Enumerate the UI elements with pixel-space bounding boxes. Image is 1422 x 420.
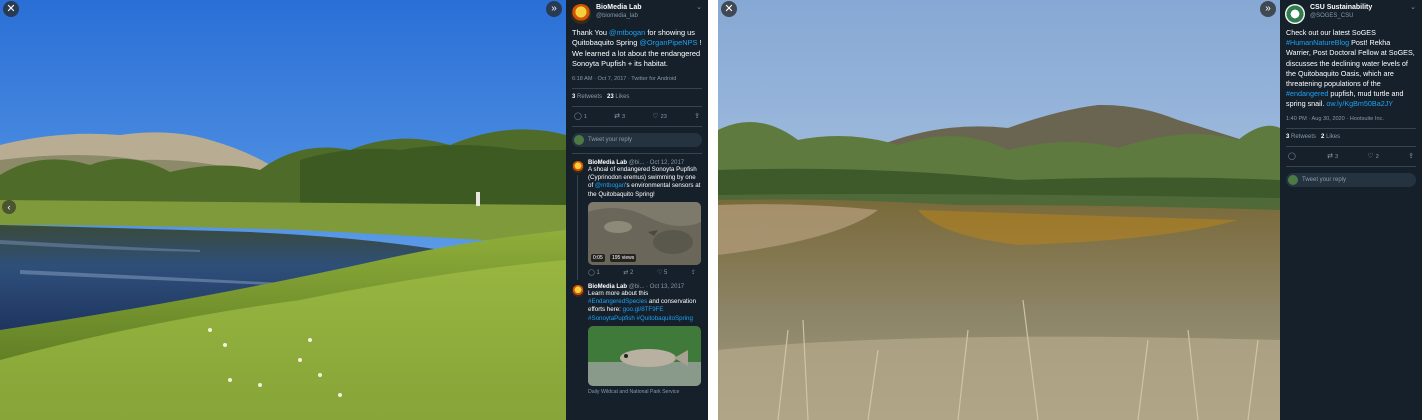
author-display-name[interactable]: CSU Sustainability <box>1310 3 1372 12</box>
video-thumbnail[interactable]: 0:05 195 views <box>588 201 701 265</box>
reply-placeholder: Tweet your reply <box>1302 176 1347 183</box>
share-icon: ⇪ <box>694 112 700 120</box>
retweet-icon: ⇄ <box>1327 152 1333 160</box>
thread-connector-line <box>577 174 578 280</box>
likes-label[interactable]: Likes <box>615 94 629 100</box>
like-button[interactable]: ♡ 2 <box>1367 152 1378 160</box>
heart-icon: ♡ <box>1367 152 1374 160</box>
retweets-count[interactable]: 3 <box>572 94 575 100</box>
video-duration: 0:05 <box>591 253 605 262</box>
left-tweet-sidebar: BioMedia Lab @biomedia_lab ⌄ Thank You @… <box>566 0 708 420</box>
likes-count[interactable]: 23 <box>607 94 614 100</box>
like-button[interactable]: ♡ 5 <box>657 269 667 276</box>
mention-link[interactable]: @OrganPipeNPS <box>639 38 697 47</box>
thread-avatar[interactable] <box>572 284 584 297</box>
divider <box>1286 165 1416 167</box>
tweet-actions: ◯ ⇄ 3 ♡ 2 ⇪ <box>1280 147 1422 160</box>
collapse-sidebar-button[interactable]: » <box>1260 1 1276 17</box>
share-button[interactable]: ⇪ <box>691 269 696 276</box>
tweet-timestamp[interactable]: 6:18 AM · Oct 7, 2017 · Twitter for Andr… <box>566 70 708 82</box>
share-button[interactable]: ⇪ <box>694 112 700 120</box>
left-photo-spring-pond[interactable] <box>0 0 566 420</box>
reply-input[interactable]: Tweet your reply <box>1286 172 1416 187</box>
hashtag-link[interactable]: #SonoytaPupfish #QuitobaquitoSpring <box>588 315 693 322</box>
author-avatar[interactable] <box>1285 4 1305 24</box>
thread-tweet[interactable]: BioMedia Lab @bi... · Oct 13, 2017 Learn… <box>566 276 708 395</box>
thread-tweet-text: Learn more about this #EndangeredSpecies… <box>588 290 702 323</box>
close-lightbox-button[interactable]: ✕ <box>3 1 19 17</box>
thread-tweet[interactable]: BioMedia Lab @bi... · Oct 12, 2017 A sho… <box>566 154 708 280</box>
collapse-sidebar-button[interactable]: » <box>546 1 562 17</box>
likes-count[interactable]: 2 <box>1321 134 1324 140</box>
reply-icon: ◯ <box>574 112 582 120</box>
likes-label[interactable]: Likes <box>1326 134 1340 140</box>
retweets-label[interactable]: Retweets <box>1291 134 1316 140</box>
mention-link[interactable]: @mtbogan <box>595 182 625 189</box>
link-card-image[interactable] <box>588 326 701 386</box>
tweet-text: Thank You @mtbogan for showing us Quitob… <box>566 24 708 70</box>
retweet-button[interactable]: ⇄ 2 <box>623 269 633 276</box>
right-tweet-sidebar: CSU Sustainability @SOGES_CSU ⌄ Check ou… <box>1280 0 1422 420</box>
right-photo-image <box>718 0 1280 420</box>
right-tweet-lightbox: ✕ » CSU Sustainability @SOGES_CSU ⌄ Chec… <box>718 0 1422 420</box>
thread-avatar[interactable] <box>572 160 584 173</box>
previous-image-button[interactable]: ‹ <box>2 200 16 214</box>
tweet-text-part: Thank You <box>572 28 609 37</box>
retweet-count: 3 <box>1335 153 1339 160</box>
retweet-button[interactable]: ⇄ 3 <box>614 112 625 120</box>
current-user-avatar <box>574 134 584 145</box>
right-photo-oasis[interactable] <box>718 0 1280 420</box>
share-button[interactable]: ⇪ <box>1408 152 1414 160</box>
reply-count: 1 <box>583 113 587 120</box>
tweet-author-header: CSU Sustainability @SOGES_CSU ⌄ <box>1280 0 1422 24</box>
hashtag-link[interactable]: #EndangeredSpecies <box>588 298 647 305</box>
left-photo-image <box>0 0 566 420</box>
author-handle[interactable]: @SOGES_CSU <box>1310 12 1372 21</box>
heart-icon: ♡ <box>652 112 659 120</box>
retweet-button[interactable]: ⇄ 3 <box>1327 152 1338 160</box>
like-button[interactable]: ♡ 23 <box>652 112 667 120</box>
tweet-text-part: Check out our latest SoGES <box>1286 28 1376 37</box>
share-icon: ⇪ <box>1408 152 1414 160</box>
link-card-caption[interactable]: Daily Wildcat and National Park Service <box>588 389 702 395</box>
like-count: 2 <box>1375 153 1379 160</box>
reply-icon: ◯ <box>1288 152 1296 160</box>
reply-input[interactable]: Tweet your reply <box>572 132 702 147</box>
url-link[interactable]: goo.gl/8TF9FE <box>623 306 664 313</box>
pupfish-photo <box>588 326 701 386</box>
thread-tweet-text: A shoal of endangered Sonoyta Pupfish (C… <box>588 166 702 199</box>
tweet-text: Check out our latest SoGES #HumanNatureB… <box>1280 24 1422 110</box>
reply-button[interactable]: ◯ 1 <box>588 269 600 276</box>
reply-button[interactable]: ◯ 1 <box>574 112 587 120</box>
url-link[interactable]: ow.ly/KgBm50Ba2JY <box>1326 99 1393 108</box>
tweet-author-header: BioMedia Lab @biomedia_lab ⌄ <box>566 0 708 24</box>
tweet-timestamp[interactable]: 1:40 PM · Aug 30, 2020 · Hootsuite Inc. <box>1280 110 1422 122</box>
video-views: 195 views <box>610 253 637 262</box>
retweets-count[interactable]: 3 <box>1286 134 1289 140</box>
left-tweet-lightbox: ✕ » ‹ BioMedia Lab @biomedia_lab ⌄ Thank… <box>0 0 708 420</box>
like-count: 23 <box>660 113 667 120</box>
tweet-menu-chevron-icon[interactable]: ⌄ <box>696 3 702 11</box>
reply-button[interactable]: ◯ <box>1288 152 1298 160</box>
hashtag-link[interactable]: #HumanNatureBlog <box>1286 38 1349 47</box>
close-lightbox-button[interactable]: ✕ <box>721 1 737 17</box>
author-handle[interactable]: @biomedia_lab <box>596 12 642 21</box>
divider <box>572 125 702 127</box>
reply-placeholder: Tweet your reply <box>588 136 633 143</box>
current-user-avatar <box>1288 174 1298 185</box>
author-avatar[interactable] <box>571 4 591 24</box>
thread-tweet-actions: ◯ 1 ⇄ 2 ♡ 5 ⇪ <box>588 265 702 276</box>
author-display-name[interactable]: BioMedia Lab <box>596 3 642 12</box>
retweet-icon: ⇄ <box>614 112 621 120</box>
tweet-stats: 3 Retweets 2 Likes <box>1280 129 1422 140</box>
mention-link[interactable]: @mtbogan <box>609 28 645 37</box>
tweet-actions: ◯ 1 ⇄ 3 ♡ 23 ⇪ <box>566 107 708 120</box>
thread-text-part: Learn more about this <box>588 289 649 297</box>
tweet-stats: 3 Retweets 23 Likes <box>566 89 708 100</box>
tweet-menu-chevron-icon[interactable]: ⌄ <box>1410 3 1416 11</box>
video-thumbnail-image <box>588 201 701 265</box>
retweets-label[interactable]: Retweets <box>577 94 602 100</box>
hashtag-link[interactable]: #endangered <box>1286 89 1328 98</box>
retweet-count: 3 <box>622 113 626 120</box>
